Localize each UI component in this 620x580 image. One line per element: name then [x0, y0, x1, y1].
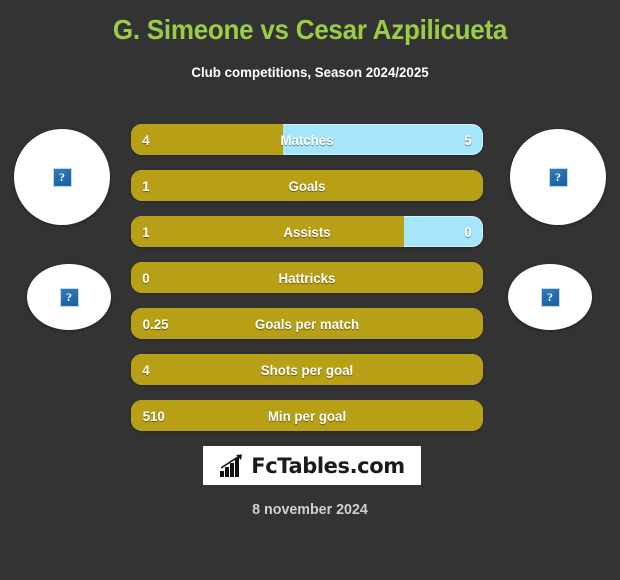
stat-home-value: 1 [142, 177, 150, 194]
stat-home-value: 4 [142, 361, 150, 378]
stat-home-value: 1 [142, 223, 150, 240]
stat-comparison-list: Matches 4 5 Goals 1 Assists 1 0 Hattricks 0 Goals … [131, 124, 483, 446]
broken-image-icon: ? [548, 167, 568, 187]
stat-home-value: 0.25 [142, 315, 169, 332]
stat-away-value: 0 [464, 223, 472, 240]
stat-label: Assists [283, 223, 331, 240]
stat-away-value: 5 [464, 131, 472, 148]
stat-row: Min per goal 510 [131, 400, 483, 431]
stat-label: Goals [288, 177, 326, 194]
broken-image-icon: ? [52, 167, 72, 187]
stat-row: Shots per goal 4 [131, 354, 483, 385]
stat-home-value: 510 [142, 407, 165, 424]
stat-home-value: 0 [142, 269, 150, 286]
home-player-photo-large: ? [14, 129, 110, 225]
stat-label: Matches [280, 131, 334, 148]
footer-date: 8 november 2024 [252, 501, 368, 518]
stat-home-value: 4 [142, 131, 150, 148]
away-team-logo: ? [508, 264, 592, 330]
broken-image-icon: ? [540, 287, 560, 307]
stat-label: Min per goal [267, 407, 347, 424]
stat-row: Goals 1 [131, 170, 483, 201]
page-subtitle: Club competitions, Season 2024/2025 [191, 64, 429, 80]
stat-label: Goals per match [254, 315, 360, 332]
stat-label: Shots per goal [260, 361, 354, 378]
stat-row: Goals per match 0.25 [131, 308, 483, 339]
home-team-logo: ? [27, 264, 111, 330]
broken-image-icon: ? [59, 287, 79, 307]
fctables-logo[interactable]: FcTables.com [203, 446, 421, 485]
stat-row: Matches 4 5 [131, 124, 483, 155]
page-title: G. Simeone vs Cesar Azpilicueta [112, 14, 508, 45]
stat-label: Hattricks [278, 269, 336, 286]
fctables-logo-text: FcTables.com [251, 453, 405, 478]
bar-chart-arrow-icon [220, 453, 243, 477]
stat-row: Assists 1 0 [131, 216, 483, 247]
away-player-photo-large: ? [510, 129, 606, 225]
stat-row: Hattricks 0 [131, 262, 483, 293]
